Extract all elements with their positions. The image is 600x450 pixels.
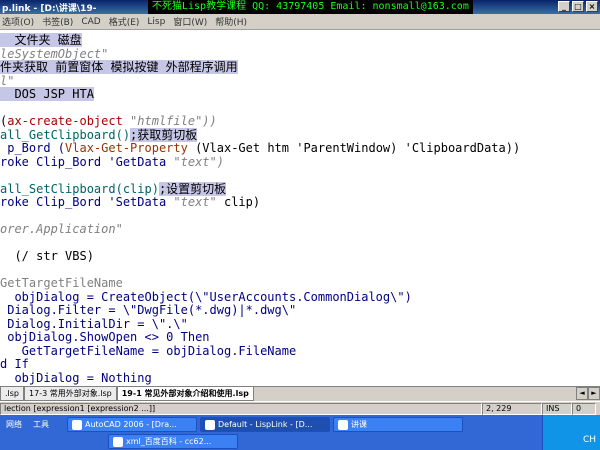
code-token: roke Clip_Bord 'SetData (0, 195, 174, 209)
code-token: "htmlfile")) (122, 114, 217, 128)
code-line: p_Bord (Vlax-Get-Property (Vlax-Get htm … (0, 142, 520, 155)
file-tab[interactable]: 19-1 常见外部对象介绍和使用.lsp (116, 387, 254, 401)
taskbar-button-label: AutoCAD 2006 - [Dra... (85, 420, 177, 429)
close-button[interactable]: × (586, 1, 598, 12)
code-token: d If (0, 357, 29, 371)
tools-toolbar[interactable]: 工具 (29, 417, 53, 432)
app-icon (72, 419, 82, 430)
code-line: roke Clip_Bord 'GetData "text") (0, 154, 224, 169)
code-token: "text") (173, 154, 224, 169)
code-line: 文件夹 磁盘 (0, 33, 82, 47)
code-token: l" (0, 73, 15, 88)
code-token: Vlax-Get-Property (65, 141, 188, 155)
status-bar: lection [expression1 [expression2 ...]] … (0, 401, 600, 415)
code-token: GetTargetFileName (0, 276, 123, 290)
code-token: objDialog = Nothing (0, 370, 152, 385)
menu-item[interactable]: 帮助(H) (213, 15, 253, 28)
code-token: 文件夹 磁盘 (0, 33, 82, 47)
code-line: all_SetClipboard(clip);设置剪切板 (0, 181, 227, 196)
scroll-left-icon[interactable]: ◄ (576, 387, 588, 400)
code-line: orer.Application" (0, 223, 123, 236)
code-line: GetTargetFileName = objDialog.FileName (0, 343, 297, 358)
code-line: d If (0, 358, 29, 371)
title-bar: p.link - [D:\讲课\19- 不死猫Lisp教学课程 QQ: 4379… (0, 0, 600, 14)
code-line: 件夹获取 前置窗体 模拟按键 外部程序调用 (0, 60, 238, 74)
code-line: leSystemObject" (0, 46, 109, 61)
network-toolbar[interactable]: 网络 (2, 417, 26, 432)
code-token: objDialog = CreateObject(\"UserAccounts.… (0, 289, 412, 304)
code-line: GetTargetFileName (0, 277, 123, 290)
taskbar-button[interactable]: Default - LispLink - [D... (200, 417, 330, 432)
taskbar-button-label: xml_百度百科 - cc62... (126, 437, 212, 446)
code-token: GetTargetFileName = objDialog.FileName (0, 343, 297, 358)
insert-mode: INS (542, 402, 572, 415)
code-line: objDialog = Nothing (0, 370, 152, 385)
taskbar-button[interactable]: 讲课 (333, 417, 463, 432)
status-extra: 0 (572, 402, 596, 415)
menu-item[interactable]: 书签(B) (40, 15, 79, 28)
scroll-right-icon[interactable]: ► (588, 387, 600, 400)
menu-item[interactable]: Lisp (145, 17, 171, 27)
code-line: (ax-create-object "htmlfile")) (0, 115, 217, 128)
code-line: all_GetClipboard();获取剪切板 (0, 127, 198, 142)
code-token: roke Clip_Bord 'GetData (0, 154, 174, 169)
code-line: Dialog.InitialDir = \".\" (0, 316, 188, 331)
menu-item[interactable]: 窗口(W) (171, 15, 213, 28)
banner-text: 不死猫Lisp教学课程 QQ: 43797405 Email: nonsmall… (148, 0, 473, 14)
code-token: ;获取剪切板 (130, 127, 198, 142)
code-token: DOS JSP HTA (0, 87, 94, 101)
app-icon (338, 419, 348, 430)
taskbar-button-label: 讲课 (351, 420, 367, 429)
status-message: lection [expression1 [expression2 ...]] (0, 402, 482, 415)
taskbar-button[interactable]: xml_百度百科 - cc62... (108, 434, 238, 449)
menu-item[interactable]: CAD (79, 17, 106, 27)
file-tab[interactable]: .lsp (0, 387, 25, 401)
code-token: clip) (216, 195, 261, 209)
language-indicator[interactable]: CH (583, 435, 596, 445)
code-token: (Vlax-Get htm 'ParentWindow) 'ClipboardD… (187, 141, 521, 155)
cursor-position: 2, 229 (482, 402, 542, 415)
taskbar-button[interactable]: AutoCAD 2006 - [Dra... (67, 417, 197, 432)
code-token: orer.Application" (0, 222, 123, 236)
code-token: objDialog.ShowOpen <> 0 Then (0, 330, 210, 344)
tab-scroll: ◄ ► (576, 387, 600, 401)
system-tray: CH (542, 415, 600, 450)
window-title: p.link - [D:\讲课\19- (2, 3, 97, 14)
menu-item[interactable]: 选项(O) (0, 15, 40, 28)
code-token: "text" (173, 195, 217, 209)
code-line: (/ str VBS) (0, 249, 94, 263)
code-line: l" (0, 73, 15, 88)
code-token: ax-create-object (7, 114, 123, 128)
code-line: roke Clip_Bord 'SetData "text" clip) (0, 196, 260, 209)
code-token: leSystemObject" (0, 46, 109, 61)
code-line: objDialog = CreateObject(\"UserAccounts.… (0, 289, 412, 304)
file-tabs: .lsp 17-3 常用外部对象.lsp 19-1 常见外部对象介绍和使用.lsp ◄… (0, 386, 600, 401)
taskbar: 网络 工具 AutoCAD 2006 - [Dra... Default - Li… (0, 415, 600, 450)
code-token: Dialog.Filter = \"DwgFile(*.dwg)|*.dwg\" (0, 303, 297, 317)
code-token: 件夹获取 前置窗体 模拟按键 外部程序调用 (0, 60, 238, 74)
app-icon (205, 419, 215, 430)
menu-item[interactable]: 格式(E) (107, 15, 146, 28)
code-line: Dialog.Filter = \"DwgFile(*.dwg)|*.dwg\" (0, 304, 296, 317)
code-token: Dialog.InitialDir = \".\" (0, 316, 188, 331)
file-tab[interactable]: 17-3 常用外部对象.lsp (24, 387, 117, 401)
code-token: (/ str VBS) (0, 249, 94, 263)
code-editor[interactable]: 文件夹 磁盘 leSystemObject" 件夹获取 前置窗体 模拟按键 外部程序… (0, 30, 600, 386)
menu-bar: 选项(O) 书签(B) CAD 格式(E) Lisp 窗口(W) 帮助(H) (0, 14, 600, 30)
taskbar-button-label: Default - LispLink - [D... (218, 420, 313, 429)
minimize-button[interactable]: _ (558, 1, 570, 12)
app-icon (113, 436, 123, 447)
code-line: objDialog.ShowOpen <> 0 Then (0, 330, 210, 344)
code-token: p_Bord ( (0, 141, 66, 155)
code-token: ;设置剪切板 (158, 181, 227, 196)
code-line: DOS JSP HTA (0, 87, 94, 101)
maximize-button[interactable]: □ (572, 1, 584, 12)
code-token: all_GetClipboard() (0, 127, 131, 142)
code-token: all_SetClipboard(clip) (0, 181, 159, 196)
